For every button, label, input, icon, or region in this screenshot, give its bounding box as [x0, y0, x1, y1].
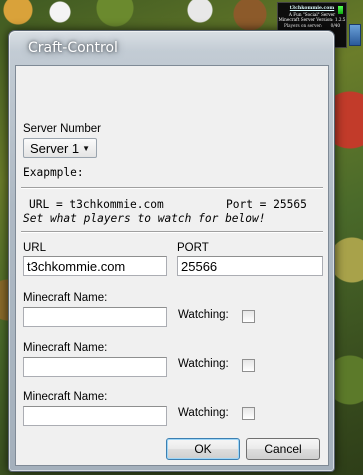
minecraft-name-label: Minecraft Name:: [23, 391, 108, 403]
window-title: Craft-Control: [28, 40, 118, 56]
minecraft-name-input[interactable]: [23, 406, 167, 426]
watching-label: Watching:: [178, 407, 229, 419]
chevron-down-icon: ▼: [82, 144, 90, 153]
example-heading: Exapmple:: [23, 166, 84, 179]
minecraft-name-label: Minecraft Name:: [23, 342, 108, 354]
url-label: URL: [23, 242, 47, 254]
watching-label: Watching:: [178, 309, 229, 321]
widget-players-label: Players on server:: [284, 22, 323, 28]
server-number-select[interactable]: Server 1 ▼: [23, 138, 97, 158]
widget-players-value: 0/40: [330, 22, 340, 28]
signal-bar-icon: [338, 6, 343, 14]
instruction-text: Set what players to watch for below!: [23, 212, 266, 225]
gadget-tools-icon[interactable]: [349, 24, 361, 46]
craft-control-window: Craft-Control Server Number Server 1 ▼ E…: [8, 30, 335, 472]
title-bar[interactable]: Craft-Control: [9, 31, 334, 65]
watching-checkbox[interactable]: [242, 407, 255, 420]
example-port: Port = 25565: [226, 198, 307, 211]
watching-checkbox[interactable]: [242, 359, 255, 372]
example-url: URL = t3chkommie.com: [29, 198, 164, 211]
server-number-label: Server Number: [23, 123, 101, 135]
minecraft-name-input[interactable]: [23, 307, 167, 327]
url-input[interactable]: t3chkommie.com: [23, 256, 167, 276]
cancel-button[interactable]: Cancel: [246, 438, 320, 460]
ok-button[interactable]: OK: [166, 438, 240, 460]
port-label: PORT: [177, 242, 209, 254]
server-number-value: Server 1: [30, 141, 80, 156]
minecraft-name-input[interactable]: [23, 357, 167, 377]
watching-label: Watching:: [178, 358, 229, 370]
dialog-client-area: Server Number Server 1 ▼ Exapmple: URL =…: [15, 65, 329, 466]
separator: [21, 187, 323, 189]
port-input[interactable]: 25566: [177, 256, 323, 276]
watching-checkbox[interactable]: [242, 310, 255, 323]
minecraft-name-label: Minecraft Name:: [23, 292, 108, 304]
separator: [21, 231, 323, 233]
